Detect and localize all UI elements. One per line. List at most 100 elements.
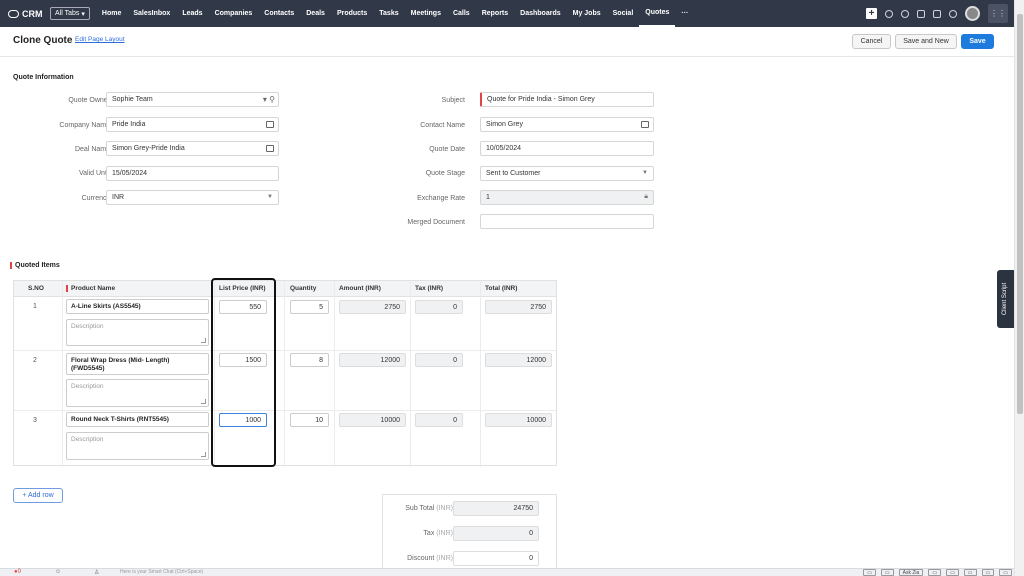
nav-tab-reports[interactable]: Reports [476, 0, 514, 27]
edit-page-layout-link[interactable]: Edit Page Layout [75, 36, 125, 43]
header-sno: S.NO [28, 285, 44, 292]
scrollbar-thumb[interactable] [1017, 14, 1023, 414]
deal-name-field[interactable]: Simon Grey-Pride India [106, 141, 279, 156]
row-1-amount: 2750 [339, 300, 406, 314]
row-2-amount: 12000 [339, 353, 406, 367]
company-name-field[interactable]: Pride India [106, 117, 279, 132]
save-and-new-button[interactable]: Save and New [895, 34, 957, 49]
company-name-value: Pride India [112, 121, 146, 128]
user-lookup-icon[interactable]: ▾ ⚲ [263, 95, 275, 104]
subject-field[interactable]: Quote for Pride India - Simon Grey [480, 92, 654, 107]
exchange-rate-value: 1 [486, 194, 490, 201]
nav-tab-home[interactable]: Home [96, 0, 127, 27]
merged-document-label: Merged Document [407, 219, 465, 226]
top-icons: + ⋮⋮ [866, 0, 1014, 27]
nav-tab-contacts[interactable]: Contacts [258, 0, 300, 27]
crm-logo[interactable]: CRM [0, 9, 46, 19]
nav-tab-my-jobs[interactable]: My Jobs [567, 0, 607, 27]
nav-tabs: Home SalesInbox Leads Companies Contacts Deal… [96, 0, 694, 27]
contact-lookup-icon[interactable] [641, 121, 649, 128]
row-3-sno: 3 [33, 417, 37, 424]
quoted-items-table: S.NO Product Name List Price (INR) Quant… [13, 280, 557, 467]
row-1-product-name[interactable]: A-Line Skirts (AS5545) [66, 299, 209, 314]
calendar-icon[interactable] [917, 9, 925, 18]
notifications-icon[interactable] [901, 9, 909, 18]
list-price-column-highlight [211, 278, 276, 467]
user-avatar[interactable] [965, 6, 980, 21]
row-2-product-name[interactable]: Floral Wrap Dress (Mid- Length) (FWD5545… [66, 353, 209, 375]
tool-icon[interactable]: ▭ [999, 569, 1012, 576]
tool-icon[interactable]: ▭ [946, 569, 959, 576]
nav-tab-tasks[interactable]: Tasks [373, 0, 404, 27]
cancel-button[interactable]: Cancel [852, 34, 891, 49]
row-1-tax: 0 [415, 300, 463, 314]
nav-tab-calls[interactable]: Calls [447, 0, 476, 27]
bottom-tools: ▭ ▭ Ask Zia ▭ ▭ ▭ ▭ ▭ [863, 569, 1012, 576]
row-2-quantity[interactable]: 8 [290, 353, 329, 367]
contact-name-field[interactable]: Simon Grey [480, 117, 654, 132]
tool-icon[interactable]: ▭ [880, 569, 894, 576]
contact-name-value: Simon Grey [486, 121, 523, 128]
column-divider [62, 281, 63, 467]
all-tabs-dropdown[interactable]: All Tabs ▾ [50, 7, 90, 20]
chevron-down-icon: ▼ [642, 170, 648, 176]
nav-tab-more[interactable]: ··· [675, 0, 694, 27]
contacts-icon[interactable]: ♙ [94, 569, 99, 576]
row-3-product-name[interactable]: Round Neck T-Shirts (RNT5545) [66, 412, 209, 427]
tool-icon[interactable]: ▭ [928, 569, 942, 576]
deal-name-label: Deal Name [74, 146, 110, 153]
chat-icon[interactable]: ☺ [55, 569, 61, 575]
header-total: Total (INR) [485, 285, 518, 292]
row-1-description[interactable]: Description [66, 319, 209, 346]
discount-label: Discount (INR) [383, 555, 453, 562]
deal-lookup-icon[interactable] [266, 145, 274, 152]
quote-stage-select[interactable]: Sent to Customer ▼ [480, 166, 654, 181]
ask-zia-button[interactable]: Ask Zia [898, 569, 924, 576]
merged-document-field[interactable] [480, 214, 654, 229]
nav-tab-meetings[interactable]: Meetings [405, 0, 447, 27]
company-lookup-icon[interactable] [266, 121, 274, 128]
settings-gear-icon[interactable] [949, 9, 957, 18]
smart-chat-input[interactable]: Here is your Smart Chat (Ctrl+Space) [120, 569, 203, 575]
row-3-description[interactable]: Description [66, 432, 209, 460]
create-plus-button[interactable]: + [866, 8, 877, 19]
row-2-description[interactable]: Description [66, 379, 209, 407]
client-script-tab[interactable]: Client Script [997, 270, 1014, 328]
search-icon[interactable] [885, 9, 893, 18]
quote-stage-value: Sent to Customer [486, 170, 541, 177]
nav-tab-companies[interactable]: Companies [209, 0, 259, 27]
nav-tab-dashboards[interactable]: Dashboards [514, 0, 566, 27]
nav-tab-leads[interactable]: Leads [176, 0, 208, 27]
nav-tab-deals[interactable]: Deals [300, 0, 331, 27]
tool-icon[interactable]: ▭ [863, 569, 876, 576]
add-row-button[interactable]: + Add row [13, 488, 63, 503]
discount-value[interactable]: 0 [453, 551, 539, 566]
valid-until-field[interactable]: 15/05/2024 [106, 166, 279, 181]
nav-tab-salesinbox[interactable]: SalesInbox [127, 0, 176, 27]
app-grid-icon[interactable]: ⋮⋮ [988, 4, 1008, 23]
subject-value: Quote for Pride India - Simon Grey [487, 96, 595, 103]
subtotal-value: 24750 [453, 501, 539, 516]
brand-name: CRM [22, 8, 43, 19]
chevron-down-icon: ▼ [267, 194, 273, 200]
header-amount: Amount (INR) [339, 285, 381, 292]
row-3-quantity[interactable]: 10 [290, 413, 329, 427]
tool-icon[interactable]: ▭ [963, 569, 977, 576]
save-button[interactable]: Save [961, 34, 994, 49]
nav-tab-products[interactable]: Products [331, 0, 373, 27]
currency-select[interactable]: INR ▼ [106, 190, 279, 205]
marketplace-icon[interactable] [933, 9, 941, 18]
row-2-total: 12000 [485, 353, 552, 367]
quote-date-field[interactable]: 10/05/2024 [480, 141, 654, 156]
zia-icon[interactable]: ●0 [14, 569, 21, 575]
vertical-scrollbar[interactable] [1014, 0, 1024, 576]
quote-owner-field[interactable]: Sophie Team ▾ ⚲ [106, 92, 279, 107]
row-1-quantity[interactable]: 5 [290, 300, 329, 314]
row-2-tax: 0 [415, 353, 463, 367]
nav-tab-social[interactable]: Social [607, 0, 640, 27]
page-title: Clone Quote [13, 35, 73, 46]
nav-tab-quotes[interactable]: Quotes [639, 0, 676, 27]
row-1-sno: 1 [33, 303, 37, 310]
tool-icon[interactable]: ▭ [981, 569, 995, 576]
quote-stage-label: Quote Stage [425, 170, 465, 177]
